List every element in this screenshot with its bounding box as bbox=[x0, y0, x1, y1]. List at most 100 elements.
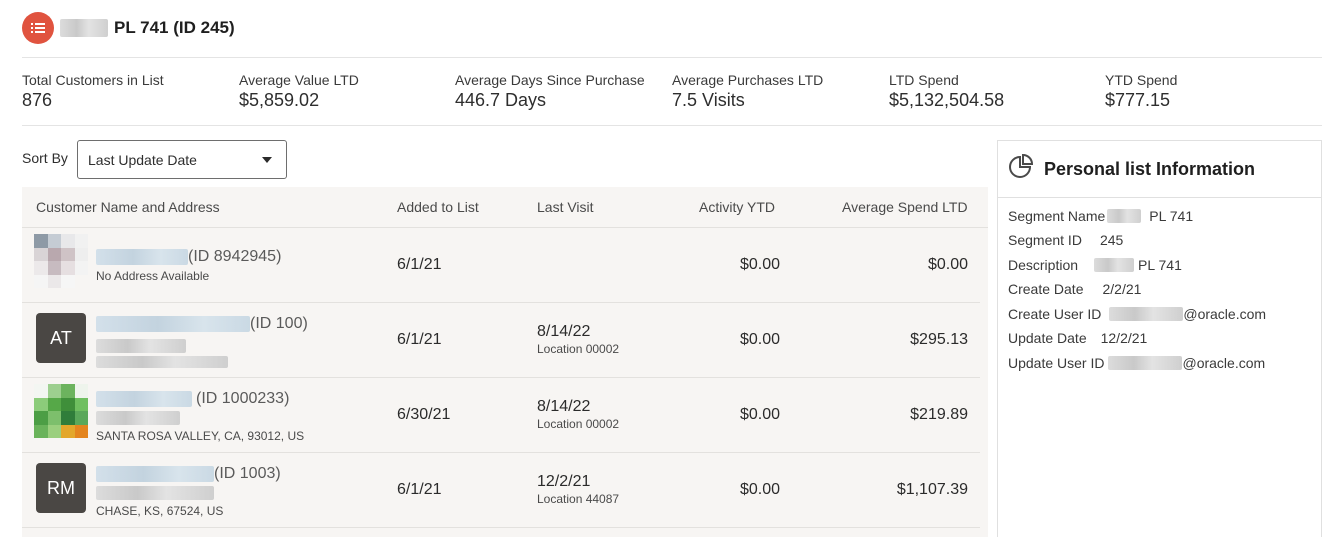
last-visit: 12/2/21 Location 44087 bbox=[537, 473, 619, 506]
added-date: 6/30/21 bbox=[397, 406, 451, 423]
info-create-user: Create User ID @oracle.com bbox=[1008, 306, 1266, 322]
metric-value: 446.7 Days bbox=[455, 90, 547, 110]
column-header-average-spend[interactable]: Average Spend LTD bbox=[842, 199, 968, 215]
info-value: PL 741 bbox=[1149, 208, 1194, 224]
last-visit-location: Location 00002 bbox=[537, 417, 620, 431]
customer-id: (ID 100) bbox=[250, 315, 308, 332]
table-row[interactable]: AT (ID 100) 6/1/21 8/14/22 Location 0000… bbox=[22, 303, 980, 378]
average-spend: $295.13 bbox=[910, 331, 968, 348]
info-update-user: Update User ID @oracle.com bbox=[1008, 355, 1265, 371]
customer-id: (ID 1000233) bbox=[196, 390, 290, 407]
avatar bbox=[34, 384, 88, 438]
column-header-customer[interactable]: Customer Name and Address bbox=[36, 199, 220, 215]
average-spend: $219.89 bbox=[910, 406, 968, 423]
page-title: PL 741 (ID 245) bbox=[114, 18, 235, 37]
activity-ytd: $0.00 bbox=[739, 256, 780, 273]
column-header-activity[interactable]: Activity YTD bbox=[699, 199, 775, 215]
metric-label: Average Value LTD bbox=[239, 72, 359, 88]
metric-label: YTD Spend bbox=[1105, 72, 1178, 88]
avatar: AT bbox=[36, 313, 86, 363]
column-header-added[interactable]: Added to List bbox=[397, 199, 479, 215]
table-row[interactable]: RM (ID 1003) CHASE, KS, 67524, US 6/1/21… bbox=[22, 453, 980, 528]
redacted-name bbox=[60, 19, 108, 37]
info-description: Description PL 741 bbox=[1008, 257, 1182, 273]
customer-name[interactable]: (ID 1003) bbox=[96, 465, 281, 483]
redacted-value bbox=[1108, 356, 1183, 370]
avatar: RM bbox=[36, 463, 86, 513]
table-row[interactable]: (ID 1000233) SANTA ROSA VALLEY, CA, 9301… bbox=[22, 378, 980, 453]
table-header: Customer Name and Address Added to List … bbox=[22, 187, 988, 228]
added-date: 6/1/21 bbox=[397, 481, 442, 498]
info-value: @oracle.com bbox=[1182, 355, 1266, 371]
info-label: Update Date bbox=[1008, 330, 1087, 346]
customer-id: (ID 1003) bbox=[214, 465, 281, 482]
redacted-name bbox=[96, 316, 250, 332]
metric-average-days: Average Days Since Purchase 446.7 Days bbox=[455, 71, 645, 111]
added-date: 6/1/21 bbox=[397, 256, 442, 273]
table-row[interactable]: (ID 8942945) No Address Available 6/1/21… bbox=[22, 228, 980, 303]
info-segment-name: Segment Name PL 741 bbox=[1008, 208, 1193, 224]
info-value: 245 bbox=[1099, 232, 1124, 248]
redacted-street bbox=[96, 411, 180, 425]
info-label: Segment Name bbox=[1008, 208, 1106, 224]
last-visit-date: 12/2/21 bbox=[537, 473, 591, 490]
metric-value: $5,859.02 bbox=[239, 90, 320, 110]
info-value: @oracle.com bbox=[1183, 306, 1267, 322]
info-value: 12/2/21 bbox=[1100, 330, 1148, 346]
last-visit-location: Location 00002 bbox=[537, 342, 620, 356]
metric-value: $5,132,504.58 bbox=[889, 90, 1005, 110]
customer-name[interactable]: (ID 100) bbox=[96, 315, 308, 333]
page-header: PL 741 (ID 245) bbox=[22, 10, 235, 46]
divider bbox=[22, 125, 1322, 126]
chevron-down-icon bbox=[262, 157, 272, 163]
customer-name[interactable]: (ID 8942945) bbox=[96, 248, 281, 266]
panel-header: Personal list Information bbox=[998, 141, 1321, 198]
metric-label: Total Customers in List bbox=[22, 72, 164, 88]
info-label: Create User ID bbox=[1008, 306, 1102, 322]
info-label: Update User ID bbox=[1008, 355, 1105, 371]
info-label: Create Date bbox=[1008, 281, 1084, 297]
pie-chart-icon bbox=[1008, 153, 1034, 185]
column-header-last-visit[interactable]: Last Visit bbox=[537, 199, 594, 215]
info-label: Description bbox=[1008, 257, 1079, 273]
panel-title: Personal list Information bbox=[1044, 158, 1256, 179]
divider bbox=[22, 57, 1322, 58]
info-value: PL 741 bbox=[1138, 257, 1182, 273]
metric-ytd-spend: YTD Spend $777.15 bbox=[1105, 71, 1177, 111]
customer-address: No Address Available bbox=[96, 269, 210, 283]
personal-list-info-panel: Personal list Information Segment Name P… bbox=[997, 140, 1322, 537]
last-visit: 8/14/22 Location 00002 bbox=[537, 398, 619, 431]
metrics-bar: Total Customers in List 876 Average Valu… bbox=[22, 71, 1322, 113]
metric-value: $777.15 bbox=[1105, 90, 1171, 110]
redacted-name bbox=[96, 249, 188, 265]
customer-name[interactable]: (ID 1000233) bbox=[96, 390, 289, 408]
info-label: Segment ID bbox=[1008, 232, 1082, 248]
metric-ltd-spend: LTD Spend $5,132,504.58 bbox=[889, 71, 1004, 111]
metric-value: 876 bbox=[22, 90, 53, 110]
redacted-value bbox=[1107, 209, 1142, 223]
customer-address: SANTA ROSA VALLEY, CA, 93012, US bbox=[96, 429, 305, 443]
activity-ytd: $0.00 bbox=[739, 481, 780, 498]
added-date: 6/1/21 bbox=[397, 331, 442, 348]
info-segment-id: Segment ID 245 bbox=[1008, 232, 1123, 248]
activity-ytd: $0.00 bbox=[739, 331, 780, 348]
metric-label: LTD Spend bbox=[889, 72, 959, 88]
avatar bbox=[34, 234, 88, 288]
sort-label: Sort By bbox=[22, 150, 68, 166]
average-spend: $0.00 bbox=[927, 256, 968, 273]
activity-ytd: $0.00 bbox=[739, 406, 780, 423]
metric-label: Average Days Since Purchase bbox=[455, 72, 645, 88]
metric-value: 7.5 Visits bbox=[672, 90, 745, 110]
info-create-date: Create Date 2/2/21 bbox=[1008, 281, 1141, 297]
list-icon[interactable] bbox=[22, 12, 54, 44]
info-value: 2/2/21 bbox=[1102, 281, 1142, 297]
sort-select[interactable]: Last Update Date bbox=[77, 140, 287, 179]
metric-label: Average Purchases LTD bbox=[672, 72, 824, 88]
metric-average-value: Average Value LTD $5,859.02 bbox=[239, 71, 359, 111]
sort-selected-value: Last Update Date bbox=[88, 151, 197, 168]
info-update-date: Update Date 12/2/21 bbox=[1008, 330, 1147, 346]
customer-table: Customer Name and Address Added to List … bbox=[22, 187, 988, 537]
last-visit-date: 8/14/22 bbox=[537, 398, 591, 415]
customer-id: (ID 8942945) bbox=[188, 248, 282, 265]
metric-total-customers: Total Customers in List 876 bbox=[22, 71, 164, 111]
